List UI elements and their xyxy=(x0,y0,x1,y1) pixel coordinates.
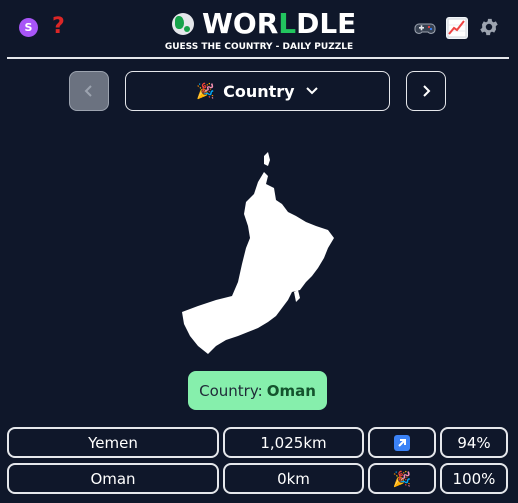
party-popper-icon: 🎉 xyxy=(196,82,216,100)
chart-icon[interactable] xyxy=(446,17,468,39)
arrow-up-right-icon xyxy=(394,434,410,451)
country-silhouette xyxy=(182,152,334,354)
guess-proximity: 100% xyxy=(440,463,508,494)
guess-country: Yemen xyxy=(7,427,219,458)
guess-distance: 0km xyxy=(223,463,364,494)
tagline: GUESS THE COUNTRY - DAILY PUZZLE xyxy=(164,42,354,52)
answer-label: Country: xyxy=(199,381,263,400)
party-popper-icon: 🎉 xyxy=(392,469,412,488)
country-shape-exclave xyxy=(264,152,270,166)
logo: WORLDLE xyxy=(172,9,356,39)
gamepad-icon[interactable] xyxy=(414,17,436,39)
previous-button[interactable] xyxy=(69,71,109,111)
answer-value: Oman xyxy=(266,381,316,400)
guess-direction xyxy=(368,427,436,458)
logo-suffix: DLE xyxy=(296,7,357,40)
guess-distance: 1,025km xyxy=(223,427,364,458)
next-button[interactable] xyxy=(406,71,446,111)
logo-text: WORLDLE xyxy=(202,9,356,39)
chevron-down-icon xyxy=(305,86,319,96)
globe-icon xyxy=(172,13,194,35)
user-avatar[interactable]: S xyxy=(19,18,38,37)
guess-country: Oman xyxy=(7,463,219,494)
header: S ? WORLDLE GUESS THE COUNTRY - DAILY PU… xyxy=(0,0,518,58)
guess-direction: 🎉 xyxy=(368,463,436,494)
header-divider xyxy=(7,57,509,59)
chevron-right-icon xyxy=(423,85,431,97)
logo-prefix: WOR xyxy=(202,7,279,40)
country-shape-island xyxy=(294,290,300,302)
gear-icon[interactable] xyxy=(478,16,500,38)
game-mode-label: Country xyxy=(223,81,295,101)
answer-badge: Country: Oman xyxy=(188,371,327,410)
question-mark-icon[interactable]: ? xyxy=(52,14,65,40)
logo-highlight: L xyxy=(278,7,297,40)
chevron-left-icon xyxy=(84,85,92,97)
guess-proximity: 94% xyxy=(440,427,508,458)
game-mode-select[interactable]: 🎉 Country xyxy=(125,71,390,111)
country-shape-main xyxy=(182,172,334,354)
